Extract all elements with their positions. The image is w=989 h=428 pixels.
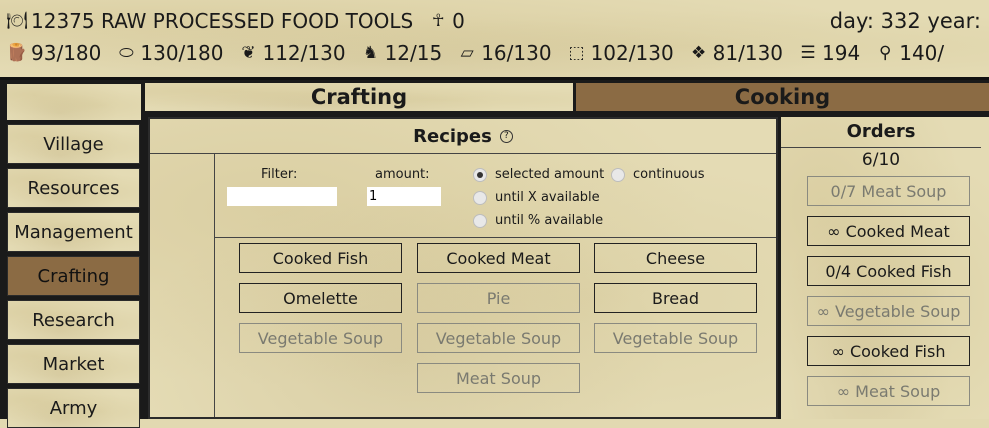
nav-crafting[interactable]: Crafting	[7, 256, 140, 296]
stone-icon: ⬭	[119, 43, 134, 63]
nav-village[interactable]: Village	[7, 124, 140, 164]
nav-research[interactable]: Research	[7, 300, 140, 340]
key-icon: ⚲	[879, 43, 892, 63]
wood-icon: 🪵	[6, 43, 28, 63]
recipe-category-column	[150, 154, 215, 417]
processed-food-value: 12375 RAW PROCESSED FOOD TOOLS	[31, 9, 414, 33]
filter-input[interactable]	[227, 187, 337, 206]
filter-label: Filter:	[261, 167, 298, 182]
recipe-button[interactable]: Cheese	[594, 243, 757, 273]
resource-box: ⬚ 102/130	[566, 41, 674, 65]
resource-value: 12/15	[384, 41, 443, 65]
radio-until-x[interactable]	[473, 190, 487, 205]
date-display: day: 332 year: 3	[829, 9, 989, 33]
recipe-button[interactable]: Bread	[594, 283, 757, 313]
ankh-icon: ☥	[431, 11, 445, 31]
resource-value: 81/130	[712, 41, 784, 65]
filter-area: Filter: amount: selected amount continuo…	[215, 154, 776, 238]
resource-value: 194	[822, 41, 861, 65]
amount-input[interactable]	[367, 187, 441, 206]
option-label: continuous	[633, 167, 705, 182]
order-item[interactable]: ∞ Vegetable Soup	[807, 296, 970, 326]
resource-horse: ♞ 12/15	[360, 41, 443, 65]
resource-coins: ☰ 194	[797, 41, 860, 65]
resource-value: 102/130	[590, 41, 674, 65]
radio-until-pct[interactable]	[473, 213, 487, 228]
resource-value: 140/	[899, 41, 945, 65]
resource-value: 93/180	[31, 41, 102, 65]
tab-cooking[interactable]: Cooking	[576, 83, 989, 111]
orders-count: 6/10	[781, 147, 981, 170]
help-icon[interactable]: ?	[499, 129, 513, 143]
recipe-button[interactable]: Cooked Meat	[417, 243, 580, 273]
resource-leather: ❖ 81/130	[688, 41, 783, 65]
main-area: Recipes ? Filter: amount: selected amoun…	[145, 113, 989, 419]
radio-continuous[interactable]	[611, 167, 625, 182]
hide-icon: ❦	[241, 43, 256, 63]
recipe-button-disabled[interactable]: Vegetable Soup	[594, 323, 757, 353]
tab-crafting[interactable]: Crafting	[145, 83, 573, 111]
resource-value: 112/130	[262, 41, 346, 65]
resource-key: ⚲ 140/	[874, 41, 944, 65]
order-item[interactable]: 0/7 Meat Soup	[807, 176, 970, 206]
tab-bar: Crafting Cooking	[145, 80, 989, 113]
resource-hide: ❦ 112/130	[237, 41, 345, 65]
nav-resources[interactable]: Resources	[7, 168, 140, 208]
status-row-resources: 🪵 93/180 ⬭ 130/180 ❦ 112/130 ♞ 12/15 ▱ 1…	[6, 41, 958, 65]
planks-icon: ▱	[460, 43, 474, 63]
resource-planks: ▱ 16/130	[456, 41, 552, 65]
amount-label: amount:	[375, 167, 430, 182]
option-label: until X available	[495, 190, 600, 205]
order-item[interactable]: ∞ Meat Soup	[807, 376, 970, 406]
resource-value: 16/130	[481, 41, 552, 65]
resource-stone: ⬭ 130/180	[115, 41, 223, 65]
sidebar-header	[7, 84, 141, 120]
processed-food-counter: 🍽 12375 RAW PROCESSED FOOD TOOLS	[6, 9, 413, 33]
resource-value: 130/180	[140, 41, 224, 65]
orders-title: Orders	[846, 121, 916, 142]
option-selected-amount[interactable]: selected amount	[473, 167, 604, 182]
sidebar: Village Resources Management Crafting Re…	[0, 80, 145, 428]
option-label: selected amount	[495, 167, 605, 182]
recipes-header: Recipes ?	[150, 119, 776, 154]
resource-wood: 🪵 93/180	[6, 41, 101, 65]
option-until-pct[interactable]: until % available	[473, 213, 603, 228]
leather-icon: ❖	[691, 43, 707, 63]
faith-value: 0	[452, 9, 465, 33]
nav-management[interactable]: Management	[7, 212, 140, 252]
nav-army[interactable]: Army	[7, 388, 140, 428]
order-item[interactable]: 0/4 Cooked Fish	[807, 256, 970, 286]
recipes-title: Recipes	[413, 125, 492, 147]
box-icon: ⬚	[568, 43, 585, 63]
recipe-button-disabled[interactable]: Pie	[417, 283, 580, 313]
top-status-bar: 🍽 12375 RAW PROCESSED FOOD TOOLS ☥ 0 day…	[0, 0, 989, 80]
recipe-button[interactable]: Omelette	[239, 283, 402, 313]
option-until-x[interactable]: until X available	[473, 190, 600, 205]
recipe-button-disabled[interactable]: Vegetable Soup	[417, 323, 580, 353]
recipe-button-disabled[interactable]: Meat Soup	[417, 363, 580, 393]
horse-icon: ♞	[362, 43, 379, 63]
recipe-button-disabled[interactable]: Vegetable Soup	[239, 323, 402, 353]
plate-icon: 🍽	[6, 11, 28, 31]
nav-market[interactable]: Market	[7, 344, 140, 384]
recipes-panel: Recipes ? Filter: amount: selected amoun…	[148, 117, 778, 419]
orders-panel: Orders 6/10 0/7 Meat Soup ∞ Cooked Meat …	[781, 117, 989, 419]
order-item[interactable]: ∞ Cooked Meat	[807, 216, 970, 246]
option-label: until % available	[495, 213, 604, 228]
radio-selected-amount[interactable]	[473, 167, 487, 182]
recipe-grid: Cooked Fish Cooked Meat Cheese Omelette …	[215, 238, 776, 417]
recipe-button[interactable]: Cooked Fish	[239, 243, 402, 273]
faith-counter: ☥ 0	[427, 9, 465, 33]
coins-icon: ☰	[800, 43, 816, 63]
order-item[interactable]: ∞ Cooked Fish	[807, 336, 970, 366]
status-row-main: 🍽 12375 RAW PROCESSED FOOD TOOLS ☥ 0	[6, 9, 479, 33]
option-continuous[interactable]: continuous	[611, 167, 705, 182]
